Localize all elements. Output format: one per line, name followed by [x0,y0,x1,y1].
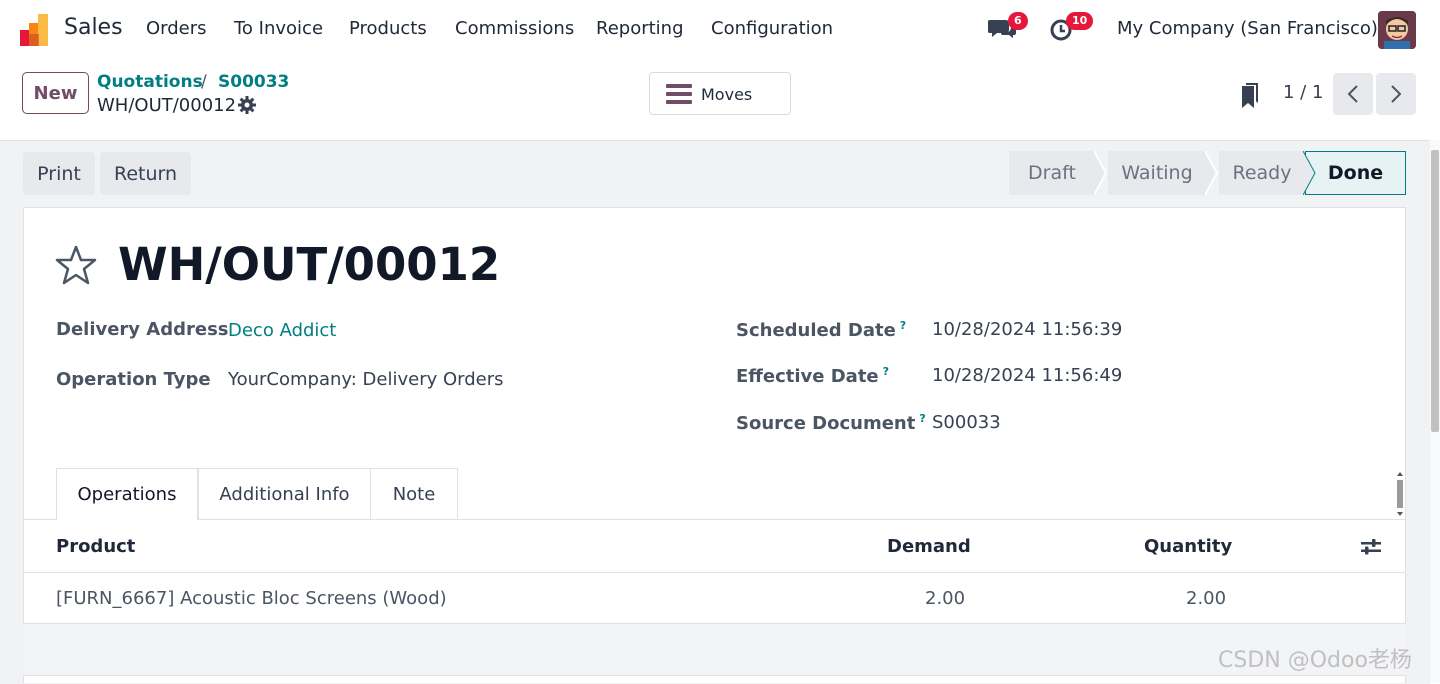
menu-configuration[interactable]: Configuration [711,18,833,39]
return-button[interactable]: Return [100,152,191,195]
breadcrumb-sale-order[interactable]: S00033 [218,72,289,92]
stage-waiting[interactable]: Waiting [1108,151,1206,195]
effective-date-label: Effective Date? [736,365,889,387]
row-product[interactable]: [FURN_6667] Acoustic Bloc Screens (Wood) [56,588,447,609]
inner-scrollbar[interactable] [1395,470,1405,518]
breadcrumb-quotations[interactable]: Quotations [97,72,203,92]
star-icon[interactable] [55,245,97,285]
top-navbar: Sales Orders To Invoice Products Commiss… [0,0,1440,58]
pager-next-button[interactable] [1376,73,1416,115]
pager-value[interactable]: 1 / 1 [1283,82,1323,103]
column-demand[interactable]: Demand [887,536,971,557]
delivery-address-label: Delivery Address [56,319,229,340]
gear-icon[interactable] [238,96,256,114]
stage-arrow-icon [1303,151,1316,195]
stage-arrow-icon [1094,151,1108,195]
operation-type-label: Operation Type [56,369,211,390]
scheduled-date-label: Scheduled Date? [736,319,906,341]
chevron-right-icon [1391,85,1402,103]
messages-badge: 6 [1008,12,1028,30]
source-document-value[interactable]: S00033 [932,412,1001,433]
row-divider [23,675,1406,676]
stage-done[interactable]: Done [1305,151,1406,195]
column-quantity[interactable]: Quantity [1144,536,1232,557]
stage-draft[interactable]: Draft [1009,151,1095,195]
header-divider [23,572,1406,573]
effective-date-label-text: Effective Date [736,366,879,387]
tab-note[interactable]: Note [370,468,458,519]
user-avatar-icon [1378,11,1416,49]
operation-type-value[interactable]: YourCompany: Delivery Orders [228,369,504,390]
user-avatar[interactable] [1378,11,1416,49]
status-bar: Draft Waiting Ready Done [1009,151,1406,195]
activities-badge: 10 [1066,12,1094,30]
scheduled-date-label-text: Scheduled Date [736,320,896,341]
help-icon[interactable]: ? [900,319,906,332]
print-button[interactable]: Print [23,152,95,195]
delivery-address-link[interactable]: Deco Addict [228,320,336,341]
record-title: WH/OUT/00012 [118,238,501,291]
bars-icon [666,84,692,104]
moves-label: Moves [701,85,753,104]
tab-additional-info[interactable]: Additional Info [198,468,371,519]
source-document-label: Source Document? [736,412,926,434]
help-icon[interactable]: ? [883,365,889,378]
row-quantity[interactable]: 2.00 [1186,588,1226,609]
stage-ready[interactable]: Ready [1219,151,1305,195]
chevron-left-icon [1347,85,1358,103]
menu-orders[interactable]: Orders [146,18,207,39]
bookmark-icon[interactable] [1240,82,1260,110]
row-demand[interactable]: 2.00 [925,588,965,609]
breadcrumb-separator: / [201,72,207,92]
help-icon[interactable]: ? [919,412,925,425]
breadcrumb-current-record: WH/OUT/00012 [97,95,237,116]
app-name[interactable]: Sales [64,15,123,40]
menu-products[interactable]: Products [349,18,427,39]
source-document-label-text: Source Document [736,413,916,434]
effective-date-value: 10/28/2024 11:56:49 [932,365,1123,386]
tab-operations[interactable]: Operations [56,468,198,520]
scheduled-date-value[interactable]: 10/28/2024 11:56:39 [932,319,1122,340]
tabs-divider [23,519,1406,520]
sales-app-logo-icon[interactable] [20,14,54,46]
empty-table-row [23,624,1406,675]
watermark: CSDN @Odoo老杨 [1218,648,1412,673]
menu-to-invoice[interactable]: To Invoice [234,18,323,39]
pager-previous-button[interactable] [1333,73,1373,115]
optional-columns-icon[interactable] [1360,537,1382,557]
page-scrollbar-thumb[interactable] [1431,150,1439,432]
menu-reporting[interactable]: Reporting [596,18,684,39]
company-switcher[interactable]: My Company (San Francisco) [1117,18,1378,39]
stage-arrow-icon [1205,151,1219,195]
menu-commissions[interactable]: Commissions [455,18,574,39]
moves-smart-button[interactable]: Moves [649,72,791,115]
new-button[interactable]: New [22,72,89,114]
column-product[interactable]: Product [56,536,135,557]
